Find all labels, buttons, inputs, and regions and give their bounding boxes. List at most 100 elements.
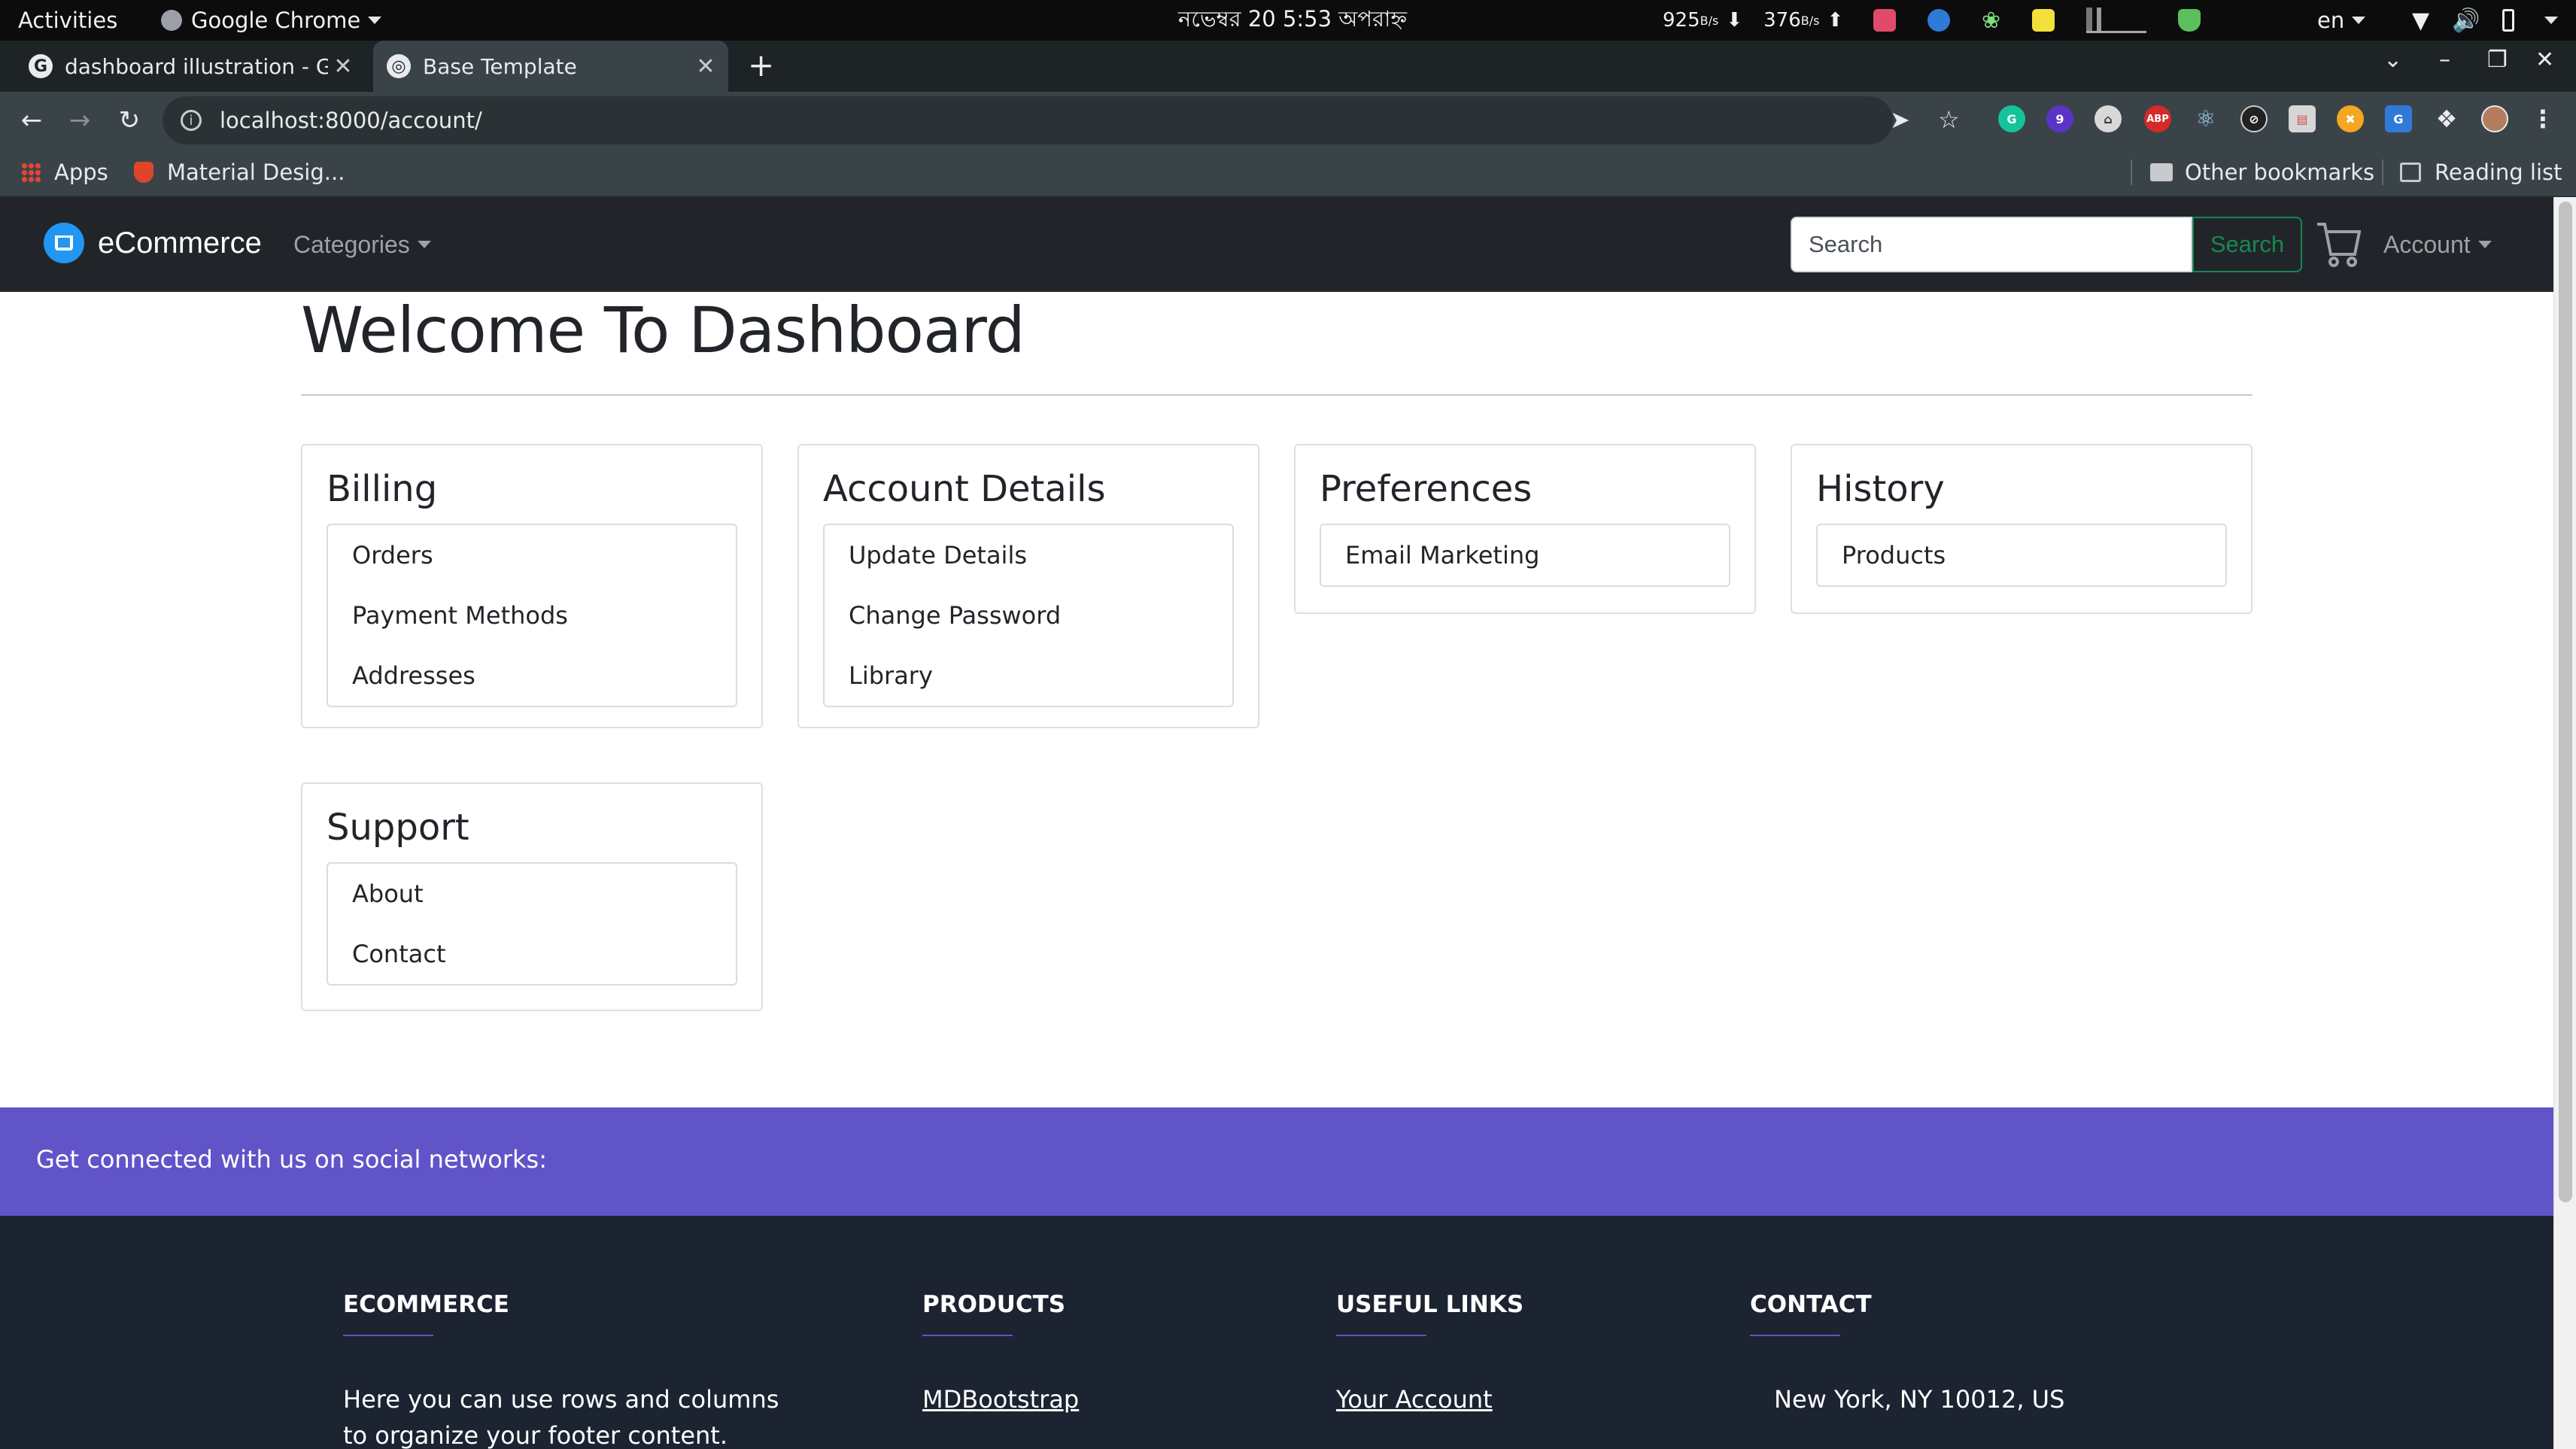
bookmark-apps[interactable]: Apps [21, 149, 108, 196]
tab-base-template[interactable]: ◎ Base Template ✕ [373, 41, 728, 92]
globe-icon: ◎ [387, 54, 411, 78]
info-icon[interactable]: i [181, 110, 202, 131]
url-text: localhost:8000/account/ [220, 108, 482, 133]
net-up-unit: B/s [1800, 13, 1820, 28]
activities-label: Activities [18, 8, 118, 33]
teamviewer-icon[interactable] [1927, 9, 1950, 32]
arrow-down-icon: ⬇ [1726, 9, 1743, 32]
arrow-up-icon: ⬆ [1827, 9, 1844, 32]
language-menu[interactable]: en [2317, 0, 2366, 41]
adblock-icon[interactable]: ABP [2144, 105, 2171, 132]
history-list: Products [1816, 524, 2227, 587]
list-item-email-marketing[interactable]: Email Marketing [1321, 525, 1729, 585]
divider [2131, 159, 2132, 185]
activities-button[interactable]: Activities [18, 0, 117, 41]
list-item-library[interactable]: Library [825, 646, 1232, 706]
puzzle-icon[interactable]: ❖ [2433, 105, 2460, 133]
list-item-products[interactable]: Products [1818, 525, 2225, 585]
cart-icon[interactable] [2316, 218, 2361, 269]
search-input[interactable] [1791, 217, 2192, 272]
tab-strip: G dashboard illustration - Google ✕ ◎ Ba… [0, 41, 2576, 92]
extension-dark-icon[interactable]: ⊘ [2240, 105, 2268, 132]
forward-arrow-icon[interactable]: → [62, 102, 98, 138]
bookmark-other[interactable]: Other bookmarks [2150, 149, 2374, 196]
google-icon: G [29, 54, 53, 78]
page-scrollbar[interactable] [2553, 197, 2576, 1449]
menu-dots-icon[interactable]: ⋮ [2529, 105, 2556, 133]
list-item-orders[interactable]: Orders [328, 525, 736, 585]
card-title: Account Details [823, 468, 1106, 510]
search-button[interactable]: Search [2192, 217, 2302, 272]
list-item-contact[interactable]: Contact [328, 924, 736, 984]
scrollbar-thumb[interactable] [2559, 202, 2572, 1202]
categories-dropdown[interactable]: Categories [293, 197, 431, 292]
account-label: Account [2383, 230, 2471, 258]
divider [301, 394, 2252, 396]
card-title: History [1816, 468, 1945, 510]
tray-icons: ❀ [1873, 0, 2201, 41]
extension-orange-icon[interactable]: ✖ [2337, 105, 2364, 132]
extension-badge-icon[interactable]: 9 [2046, 105, 2073, 132]
chevron-down-icon [368, 17, 382, 24]
avatar[interactable] [2481, 105, 2508, 132]
clock[interactable]: নভেম্বর 20 5:53 অপরাহ্ন [1178, 0, 1407, 41]
tray-app-icon[interactable] [1873, 9, 1896, 32]
footer-heading-products: PRODUCTS [922, 1291, 1066, 1336]
list-item-about[interactable]: About [328, 864, 736, 924]
categories-label: Categories [293, 230, 410, 258]
react-icon[interactable]: ⚛ [2192, 105, 2219, 132]
card-title: Billing [327, 468, 438, 510]
restore-icon[interactable]: ❐ [2487, 47, 2508, 73]
close-icon[interactable]: ✕ [691, 53, 721, 80]
back-arrow-icon[interactable]: ← [14, 102, 50, 138]
reading-list[interactable]: Reading list [2400, 149, 2562, 196]
volume-icon: 🔊 [2452, 7, 2480, 34]
brand-link[interactable]: eCommerce [44, 223, 262, 263]
send-icon[interactable]: ➤ [1890, 105, 1910, 134]
close-window-icon[interactable]: ✕ [2535, 47, 2554, 73]
bookmarks-bar: Apps Material Desig... Other bookmarks R… [0, 149, 2576, 197]
grammarly-icon[interactable]: G [1998, 105, 2025, 132]
list-item-change-password[interactable]: Change Password [825, 585, 1232, 646]
account-details-card: Account Details Update Details Change Pa… [797, 444, 1259, 728]
app-menu[interactable]: Google Chrome [161, 0, 382, 41]
net-down-value: 925 [1663, 9, 1700, 32]
system-monitor-icon[interactable] [2086, 8, 2147, 33]
bookmark-material-design[interactable]: Material Desig... [134, 149, 345, 196]
translate-icon[interactable]: G [2385, 105, 2412, 132]
social-bar: Get connected with us on social networks… [0, 1107, 2553, 1216]
close-icon[interactable]: ✕ [328, 53, 358, 80]
shield-icon[interactable] [2178, 9, 2201, 32]
list-item-addresses[interactable]: Addresses [328, 646, 736, 706]
account-dropdown[interactable]: Account [2383, 197, 2492, 292]
minimize-icon[interactable]: – [2439, 47, 2450, 73]
browser-toolbar: ← → ↻ i localhost:8000/account/ ➤ ☆ [0, 92, 2576, 149]
reading-list-icon [2400, 163, 2421, 182]
footer-link-your-account[interactable]: Your Account [1336, 1385, 1493, 1414]
star-icon[interactable]: ☆ [1938, 105, 1960, 134]
notes-icon[interactable] [2032, 9, 2055, 32]
address-bar[interactable]: i localhost:8000/account/ [163, 96, 1893, 144]
list-item-payment-methods[interactable]: Payment Methods [328, 585, 736, 646]
history-card: History Products [1791, 444, 2252, 614]
new-tab-button[interactable]: + [748, 47, 774, 84]
site-navbar: eCommerce Categories Search Account [0, 197, 2553, 292]
clock-label: নভেম্বর 20 5:53 অপরাহ্ন [1178, 5, 1408, 32]
divider [2382, 159, 2383, 185]
extension-window-icon[interactable]: ▤ [2289, 105, 2316, 132]
reload-icon[interactable]: ↻ [111, 102, 147, 138]
support-card: Support About Contact [301, 782, 763, 1011]
list-item-update-details[interactable]: Update Details [825, 525, 1232, 585]
preferences-card: Preferences Email Marketing [1294, 444, 1756, 614]
tab-search-icon[interactable]: ⌄ [2383, 47, 2402, 73]
social-text: Get connected with us on social networks… [36, 1145, 547, 1174]
tray-flower-icon[interactable]: ❀ [1982, 8, 2000, 34]
footer-heading-useful-links: USEFUL LINKS [1336, 1291, 1524, 1336]
tab-dashboard-illustration[interactable]: G dashboard illustration - Google ✕ [15, 41, 366, 92]
net-up-value: 376 [1763, 9, 1801, 32]
footer-link-mdbootstrap[interactable]: MDBootstrap [922, 1385, 1079, 1414]
extension-building-icon[interactable]: ⌂ [2095, 105, 2122, 132]
system-menu[interactable]: ▼ 🔊 [2412, 0, 2559, 41]
battery-icon [2502, 9, 2515, 32]
footer: ECOMMERCE Here you can use rows and colu… [0, 1216, 2553, 1449]
